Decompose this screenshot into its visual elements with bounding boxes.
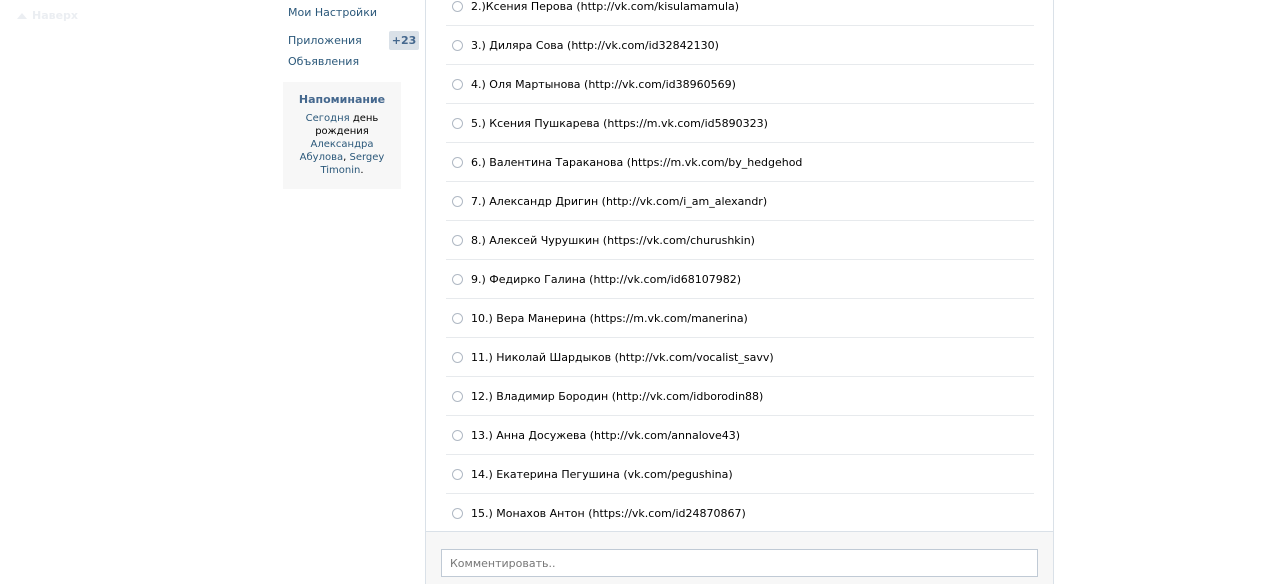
radio-icon[interactable]	[452, 196, 463, 207]
back-to-top-label: Наверх	[32, 9, 79, 22]
poll-option[interactable]: 15.) Монахов Антон (https://vk.com/id248…	[446, 494, 1034, 533]
radio-icon[interactable]	[452, 274, 463, 285]
arrow-up-icon	[17, 12, 27, 19]
radio-icon[interactable]	[452, 235, 463, 246]
birthday-reminder: Напоминание Сегодня день рождения Алекса…	[283, 82, 401, 189]
radio-icon[interactable]	[452, 352, 463, 363]
poll-option-label: 14.) Екатерина Пегушина (vk.com/pegushin…	[471, 468, 733, 481]
poll-option[interactable]: 10.) Вера Манерина (https://m.vk.com/man…	[446, 299, 1034, 338]
poll-option[interactable]: 12.) Владимир Бородин (http://vk.com/idb…	[446, 377, 1034, 416]
poll-option-label: 5.) Ксения Пушкарева (https://m.vk.com/i…	[471, 117, 768, 130]
radio-icon[interactable]	[452, 391, 463, 402]
apps-count-badge[interactable]: +23	[389, 31, 419, 50]
poll-option-label: 3.) Диляра Сова (http://vk.com/id3284213…	[471, 39, 719, 52]
comment-input[interactable]	[441, 549, 1038, 577]
poll-option[interactable]: 4.) Оля Мартынова (http://vk.com/id38960…	[446, 65, 1034, 104]
poll-option[interactable]: 2.)Ксения Перова (http://vk.com/kisulama…	[446, 0, 1034, 26]
poll-option[interactable]: 8.) Алексей Чурушкин (https://vk.com/chu…	[446, 221, 1034, 260]
poll-option[interactable]: 7.) Александр Дригин (http://vk.com/i_am…	[446, 182, 1034, 221]
poll-option[interactable]: 9.) Федирко Галина (http://vk.com/id6810…	[446, 260, 1034, 299]
wall-post: 2.)Ксения Перова (http://vk.com/kisulama…	[425, 0, 1054, 584]
poll-option-label: 10.) Вера Манерина (https://m.vk.com/man…	[471, 312, 748, 325]
radio-icon[interactable]	[452, 1, 463, 12]
today-link[interactable]: Сегодня	[306, 113, 350, 124]
poll-option-label: 6.) Валентина Тараканова (https://m.vk.c…	[471, 156, 803, 169]
poll-option[interactable]: 14.) Екатерина Пегушина (vk.com/pegushin…	[446, 455, 1034, 494]
radio-icon[interactable]	[452, 469, 463, 480]
back-to-top-link[interactable]: Наверх	[17, 9, 78, 22]
poll-option[interactable]: 5.) Ксения Пушкарева (https://m.vk.com/i…	[446, 104, 1034, 143]
radio-icon[interactable]	[452, 79, 463, 90]
poll-option-label: 15.) Монахов Антон (https://vk.com/id248…	[471, 507, 746, 520]
reminder-title: Напоминание	[298, 93, 386, 106]
radio-icon[interactable]	[452, 508, 463, 519]
reminder-end: .	[360, 165, 364, 176]
poll-option-label: 13.) Анна Досужева (http://vk.com/annalo…	[471, 429, 741, 442]
poll-option-label: 2.)Ксения Перова (http://vk.com/kisulama…	[471, 0, 740, 13]
poll-option[interactable]: 11.) Николай Шардыков (http://vk.com/voc…	[446, 338, 1034, 377]
poll-option-label: 9.) Федирко Галина (http://vk.com/id6810…	[471, 273, 742, 286]
radio-icon[interactable]	[452, 118, 463, 129]
menu-item-apps[interactable]: Приложения	[288, 34, 362, 47]
poll-option[interactable]: 6.) Валентина Тараканова (https://m.vk.c…	[446, 143, 1034, 182]
poll-option-label: 7.) Александр Дригин (http://vk.com/i_am…	[471, 195, 768, 208]
poll-option-label: 8.) Алексей Чурушкин (https://vk.com/chu…	[471, 234, 755, 247]
reminder-text: Сегодня день рождения Александра Абулова…	[283, 112, 401, 177]
comment-area	[426, 531, 1053, 584]
radio-icon[interactable]	[452, 40, 463, 51]
poll-option[interactable]: 13.) Анна Досужева (http://vk.com/annalo…	[446, 416, 1034, 455]
poll-option-label: 4.) Оля Мартынова (http://vk.com/id38960…	[471, 78, 736, 91]
poll-option-label: 11.) Николай Шардыков (http://vk.com/voc…	[471, 351, 774, 364]
menu-item-ads[interactable]: Объявления	[288, 55, 359, 68]
radio-icon[interactable]	[452, 313, 463, 324]
radio-icon[interactable]	[452, 157, 463, 168]
radio-icon[interactable]	[452, 430, 463, 441]
menu-item-settings[interactable]: Мои Настройки	[288, 6, 377, 19]
poll-option[interactable]: 3.) Диляра Сова (http://vk.com/id3284213…	[446, 26, 1034, 65]
poll-option-label: 12.) Владимир Бородин (http://vk.com/idb…	[471, 390, 764, 403]
